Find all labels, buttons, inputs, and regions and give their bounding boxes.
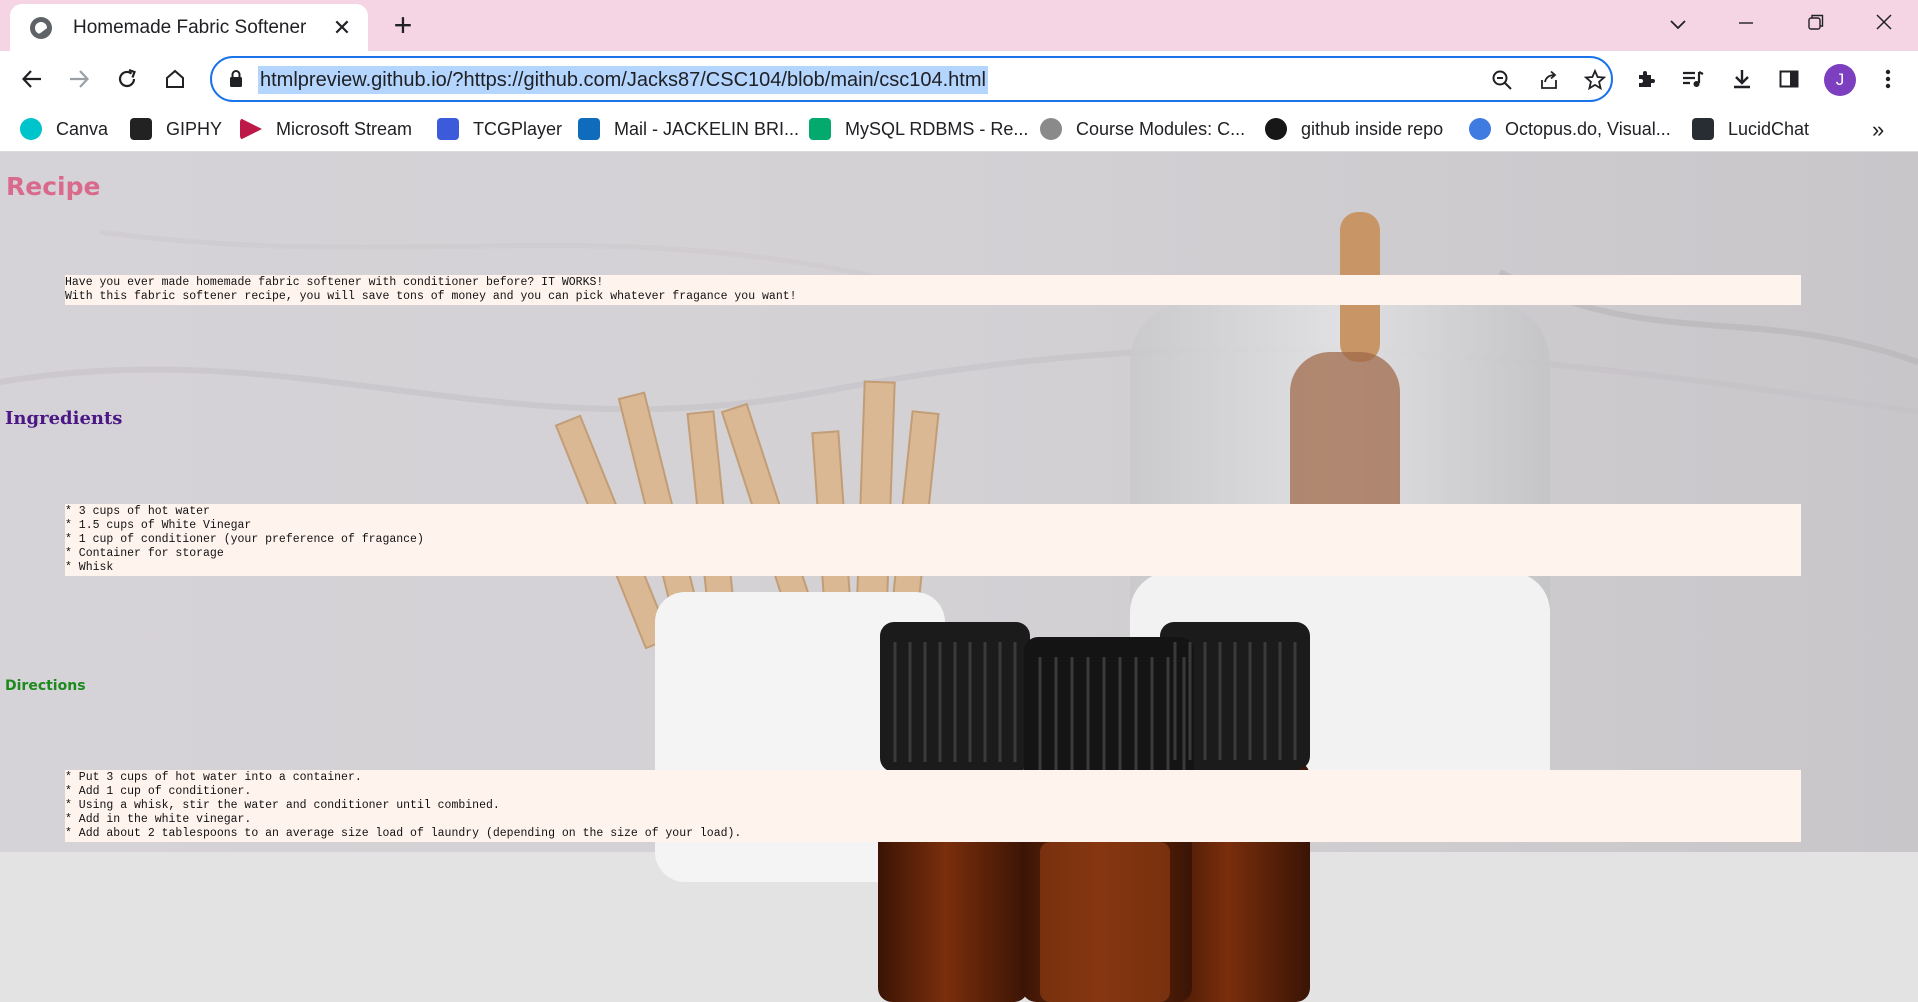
extensions-button[interactable]	[1628, 61, 1664, 97]
minimize-button[interactable]	[1716, 8, 1776, 42]
bookmark-giphy[interactable]: GIPHY	[130, 115, 222, 143]
tab-title: Homemade Fabric Softener	[73, 16, 307, 38]
browser-toolbar: htmlpreview.github.io/?https://github.co…	[0, 51, 1918, 107]
new-tab-button[interactable]: +	[388, 9, 418, 41]
page-viewport: Recipe Have you ever made homemade fabri…	[0, 152, 1918, 1002]
zoom-icon[interactable]	[1489, 67, 1515, 93]
bookmark-course-modules[interactable]: Course Modules: C...	[1040, 115, 1245, 143]
side-panel-icon	[1779, 70, 1799, 88]
forward-arrow-icon	[70, 70, 90, 88]
github-icon	[1265, 118, 1287, 140]
side-panel-button[interactable]	[1771, 61, 1807, 97]
directions-list: * Put 3 cups of hot water into a contain…	[65, 770, 1801, 842]
kebab-menu-icon	[1885, 69, 1891, 89]
giphy-icon	[130, 118, 152, 140]
url-text[interactable]: htmlpreview.github.io/?https://github.co…	[258, 66, 988, 94]
tab-active[interactable]: Homemade Fabric Softener ✕	[10, 4, 368, 51]
address-bar[interactable]: htmlpreview.github.io/?https://github.co…	[210, 56, 1613, 102]
back-arrow-icon	[21, 70, 41, 88]
tab-search-chevron-icon[interactable]	[1648, 8, 1708, 42]
home-button[interactable]	[157, 61, 193, 97]
reload-icon	[118, 68, 136, 88]
bookmark-mail[interactable]: Mail - JACKELIN BRI...	[578, 115, 799, 143]
tcgplayer-icon	[437, 118, 459, 140]
course-icon	[1040, 118, 1062, 140]
directions-heading: Directions	[5, 678, 86, 694]
bookmark-mysql[interactable]: MySQL RDBMS - Re...	[809, 115, 1028, 143]
ingredients-list: * 3 cups of hot water * 1.5 cups of Whit…	[65, 504, 1801, 576]
canva-icon	[20, 118, 42, 140]
outlook-icon	[578, 118, 600, 140]
bookmarks-bar: Canva GIPHY Microsoft Stream TCGPlayer M…	[0, 107, 1918, 152]
bookmark-microsoft-stream[interactable]: Microsoft Stream	[240, 115, 412, 143]
bookmark-octopus[interactable]: Octopus.do, Visual...	[1469, 115, 1671, 143]
restore-button[interactable]	[1786, 8, 1846, 42]
bookmark-star-icon[interactable]	[1582, 67, 1608, 93]
globe-icon	[30, 16, 52, 39]
lock-icon[interactable]	[228, 69, 244, 94]
close-window-button[interactable]	[1854, 8, 1914, 42]
page-content: Recipe Have you ever made homemade fabri…	[0, 152, 1918, 1002]
forward-button[interactable]	[61, 61, 97, 97]
bookmark-github[interactable]: github inside repo	[1265, 115, 1443, 143]
bookmark-tcgplayer[interactable]: TCGPlayer	[437, 115, 562, 143]
bookmark-lucidchat[interactable]: LucidChat	[1692, 115, 1809, 143]
puzzle-icon	[1639, 71, 1655, 87]
more-bookmarks-icon[interactable]: »	[1872, 117, 1884, 143]
reload-button[interactable]	[109, 61, 145, 97]
lucid-icon	[1692, 118, 1714, 140]
w3schools-icon	[809, 118, 831, 140]
back-button[interactable]	[14, 61, 50, 97]
ingredients-heading: Ingredients	[5, 408, 123, 429]
menu-button[interactable]	[1870, 61, 1906, 97]
bookmark-canva[interactable]: Canva	[20, 115, 108, 143]
octopus-icon	[1469, 118, 1491, 140]
media-controls-icon	[1683, 71, 1704, 87]
share-icon[interactable]	[1536, 67, 1562, 93]
media-button[interactable]	[1675, 61, 1711, 97]
home-icon	[166, 69, 184, 88]
stream-icon	[240, 118, 262, 140]
recipe-heading: Recipe	[6, 172, 101, 201]
intro-text: Have you ever made homemade fabric softe…	[65, 275, 1801, 305]
download-icon	[1734, 70, 1750, 89]
downloads-button[interactable]	[1724, 61, 1760, 97]
profile-avatar[interactable]: J	[1824, 64, 1856, 96]
tab-strip: Homemade Fabric Softener ✕ +	[0, 0, 1918, 51]
close-tab-icon[interactable]: ✕	[330, 15, 354, 40]
